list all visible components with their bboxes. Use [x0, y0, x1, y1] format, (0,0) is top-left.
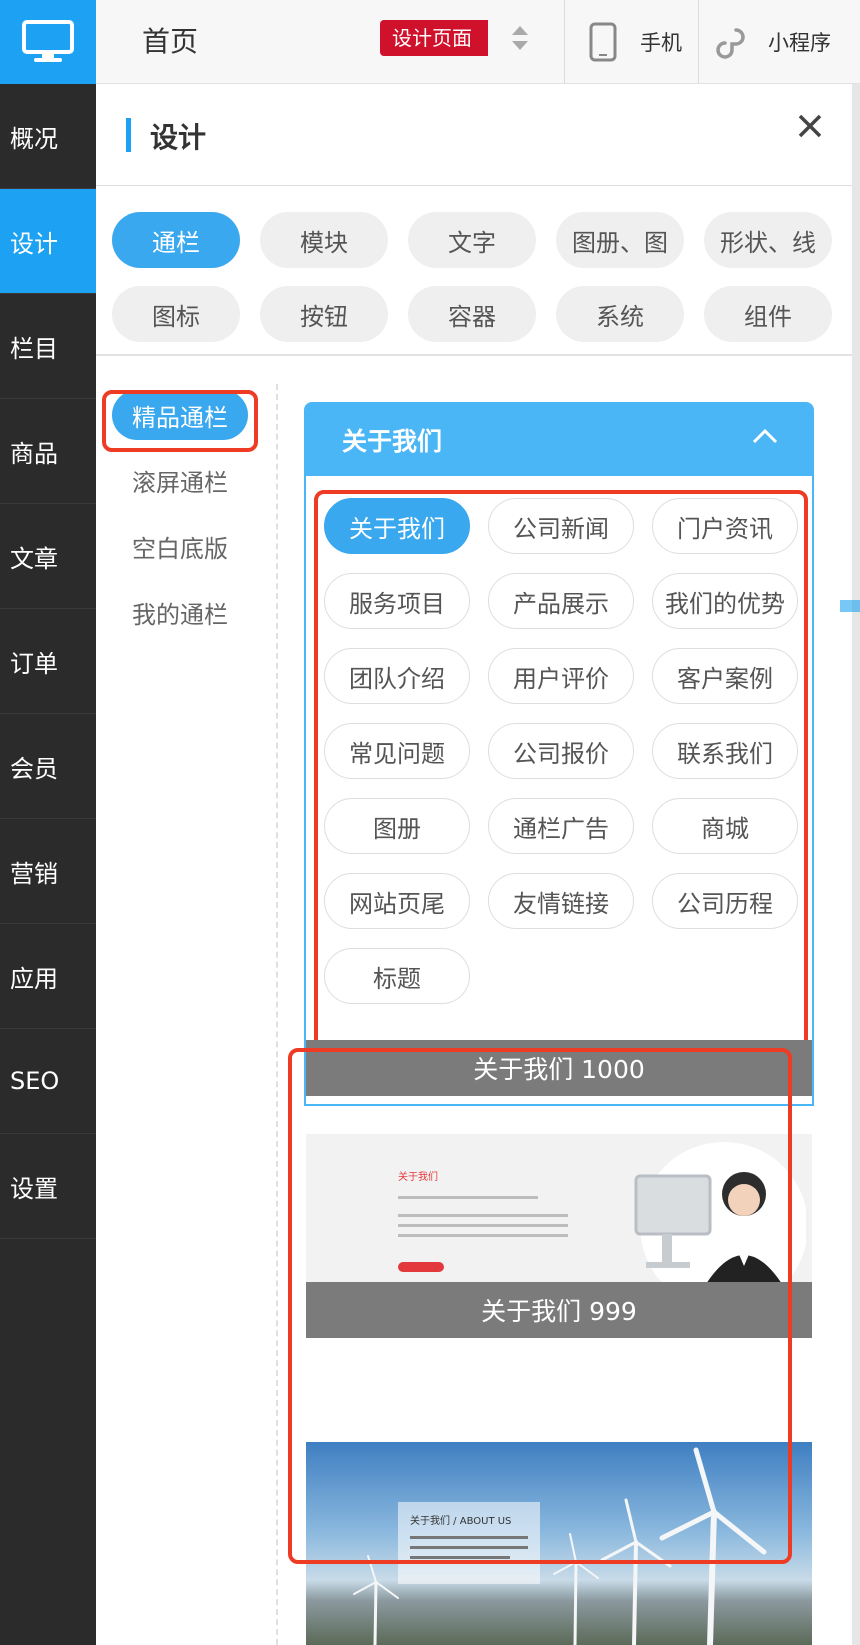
phone-icon: [589, 22, 617, 62]
nav-item-orders[interactable]: 订单: [0, 609, 96, 714]
nav-item-products[interactable]: 商品: [0, 399, 96, 504]
miniapp-view-button[interactable]: 小程序: [700, 0, 860, 84]
dashed-separator: [276, 384, 278, 1645]
panel-header: 设计: [96, 84, 852, 186]
app-root: 概况 设计 栏目 商品 文章 订单 会员 营销 应用 SEO 设置 首页 设计页…: [0, 0, 860, 1645]
tab-shapes[interactable]: 形状、线: [704, 212, 832, 268]
left-nav: 概况 设计 栏目 商品 文章 订单 会员 营销 应用 SEO 设置: [0, 0, 96, 1645]
accordion-title: 关于我们: [342, 427, 443, 456]
tab-gallery[interactable]: 图册、图: [556, 212, 684, 268]
tab-components[interactable]: 组件: [704, 286, 832, 342]
design-page-badge[interactable]: 设计页面: [380, 20, 488, 56]
nav-item-seo[interactable]: SEO: [0, 1029, 96, 1134]
subcat-scroll-banner[interactable]: 滚屏通栏: [112, 455, 248, 505]
tab-module[interactable]: 模块: [260, 212, 388, 268]
nav-label: 应用: [10, 964, 58, 993]
nav-item-design[interactable]: 设计: [0, 189, 96, 294]
nav-label: 概况: [10, 124, 58, 153]
nav-item-settings[interactable]: 设置: [0, 1134, 96, 1239]
subcat-blank-base[interactable]: 空白底版: [112, 521, 248, 571]
tab-icons[interactable]: 图标: [112, 286, 240, 342]
nav-label: 栏目: [10, 334, 58, 363]
nav-item-apps[interactable]: 应用: [0, 924, 96, 1029]
sort-icon[interactable]: [510, 24, 530, 52]
highlight-box: [288, 1048, 792, 1564]
nav-label: 设置: [10, 1174, 58, 1203]
nav-item-marketing[interactable]: 营销: [0, 819, 96, 924]
miniapp-label: 小程序: [768, 31, 831, 55]
nav-item-articles[interactable]: 文章: [0, 504, 96, 609]
nav-label: 会员: [10, 754, 58, 783]
monitor-icon[interactable]: [0, 0, 96, 84]
divider: [698, 0, 699, 84]
phone-label: 手机: [640, 31, 682, 55]
nav-label: 设计: [10, 229, 58, 258]
subcat-my-banner[interactable]: 我的通栏: [112, 587, 248, 637]
tab-banner[interactable]: 通栏: [112, 212, 240, 268]
panel-edge: [852, 84, 860, 1645]
top-bar: 首页 设计页面 手机 小程序: [96, 0, 860, 84]
page-title[interactable]: 首页: [142, 20, 198, 60]
nav-label: 商品: [10, 439, 58, 468]
nav-label: 营销: [10, 859, 58, 888]
nav-item-overview[interactable]: 概况: [0, 84, 96, 189]
divider: [564, 0, 565, 84]
design-panel: 设计 通栏 模块 文字 图册、图 形状、线 图标 按钮 容器 系统 组件 精品通…: [96, 84, 852, 1645]
scroll-indicator: [840, 600, 860, 612]
nav-label: SEO: [10, 1067, 60, 1095]
nav-label: 订单: [10, 649, 58, 678]
nav-item-columns[interactable]: 栏目: [0, 294, 96, 399]
panel-title: 设计: [150, 121, 207, 154]
tab-containers[interactable]: 容器: [408, 286, 536, 342]
nav-label: 文章: [10, 544, 58, 573]
tab-text[interactable]: 文字: [408, 212, 536, 268]
title-accent-bar: [126, 118, 131, 152]
close-icon[interactable]: [796, 112, 824, 140]
tab-system[interactable]: 系统: [556, 286, 684, 342]
phone-view-button[interactable]: 手机: [566, 0, 694, 84]
nav-item-members[interactable]: 会员: [0, 714, 96, 819]
chevron-up-icon[interactable]: [752, 428, 778, 444]
highlight-box: [102, 390, 258, 452]
category-tabs: 通栏 模块 文字 图册、图 形状、线 图标 按钮 容器 系统 组件: [96, 186, 852, 356]
tab-buttons[interactable]: 按钮: [260, 286, 388, 342]
accordion-header[interactable]: 关于我们: [304, 402, 814, 476]
link-icon: [716, 28, 745, 59]
highlight-box: [314, 490, 808, 1092]
